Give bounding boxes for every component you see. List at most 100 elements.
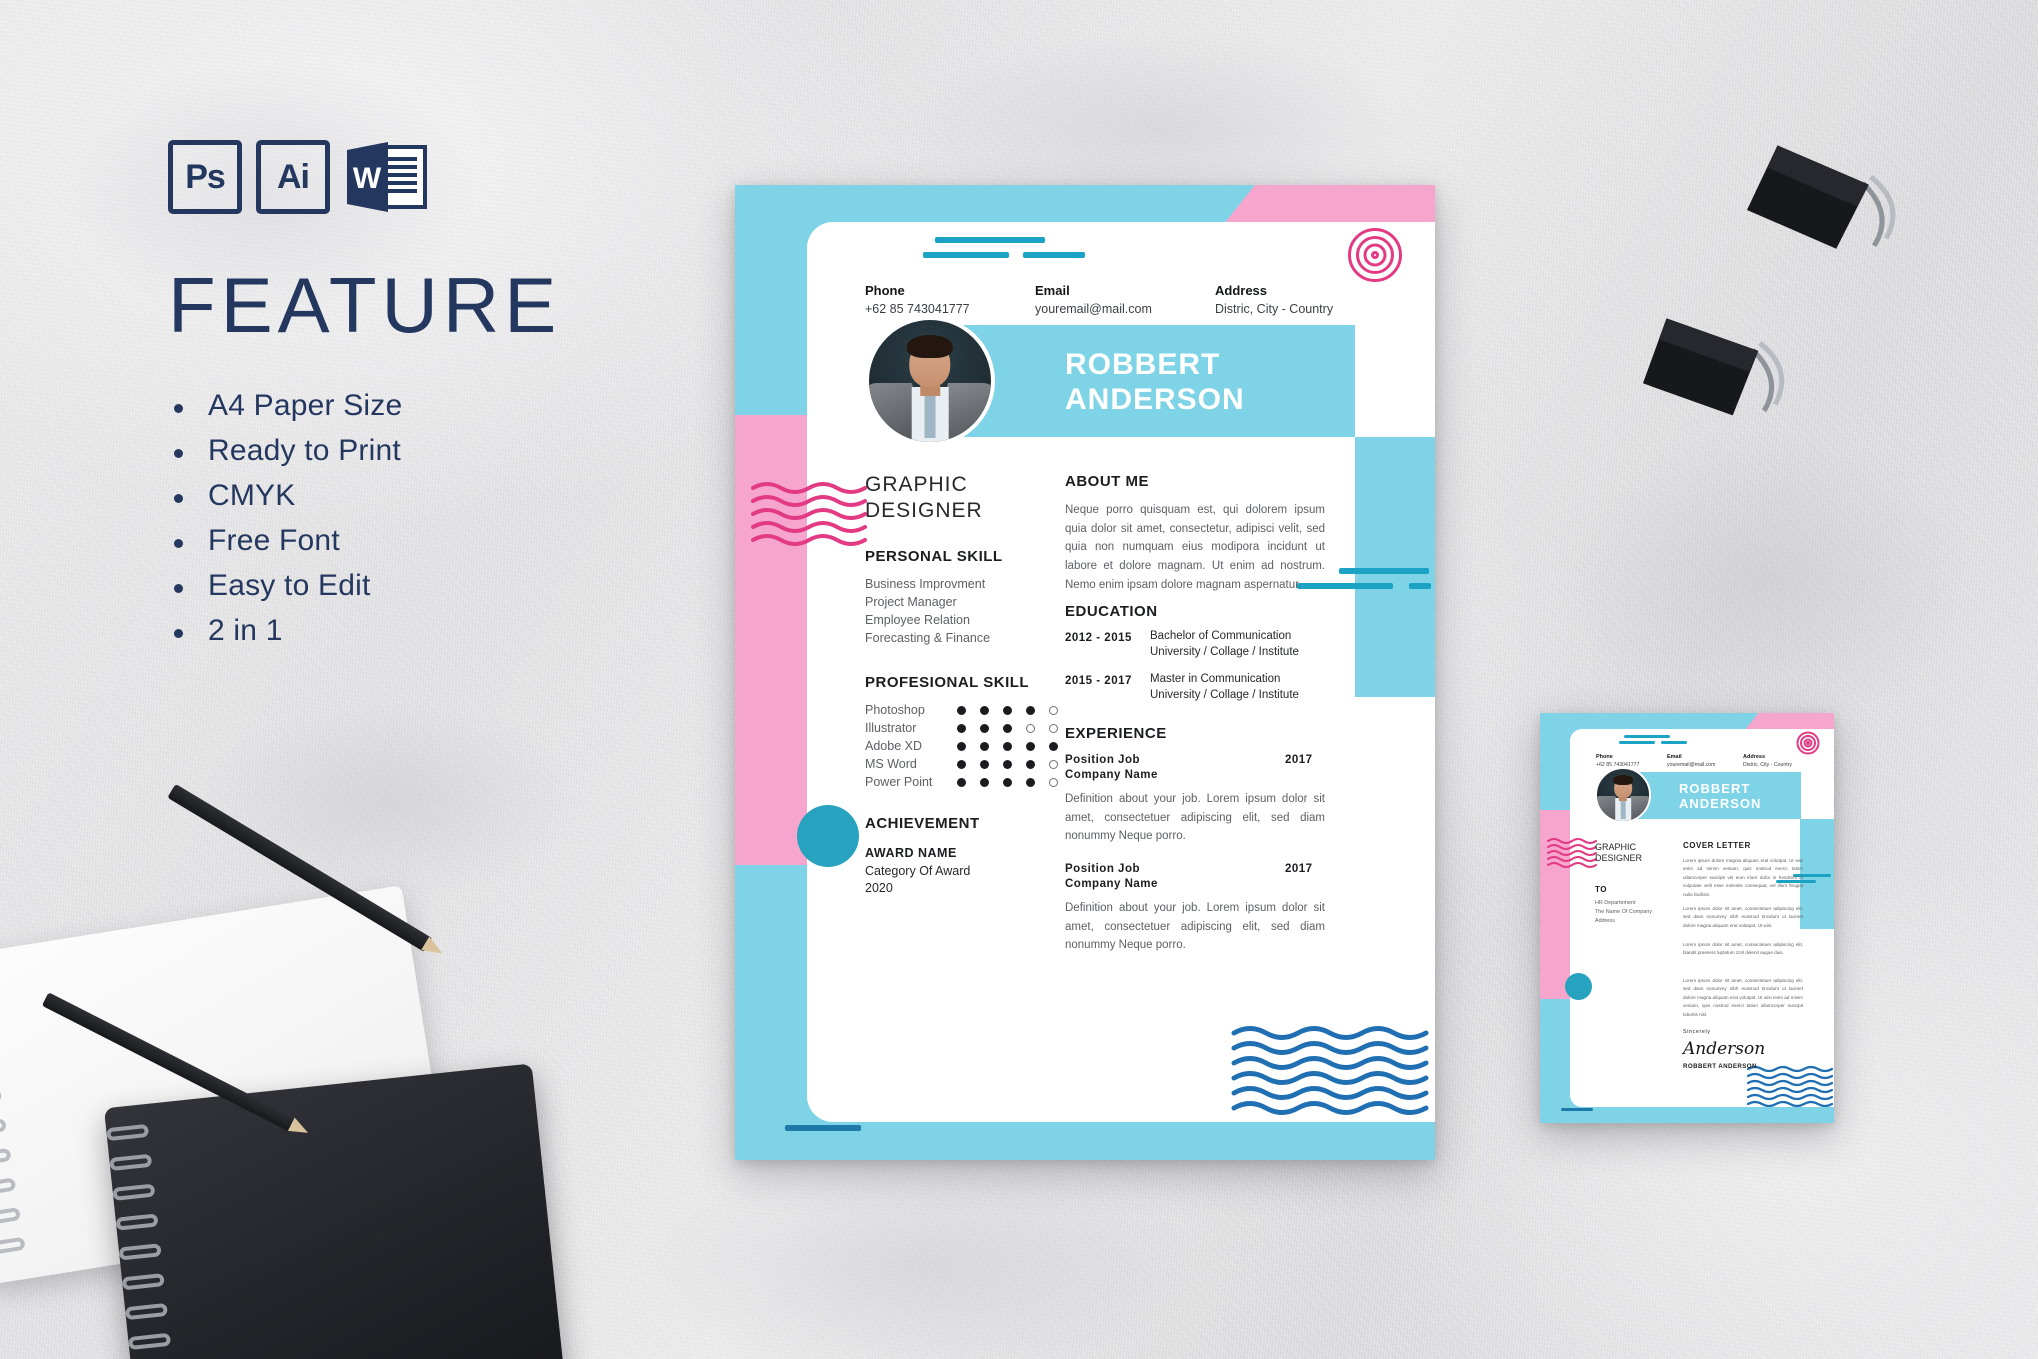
rating-dot-empty: [1049, 724, 1058, 733]
sincerely-label: Sincerely: [1683, 1029, 1711, 1035]
rating-dot-filled: [1026, 778, 1035, 787]
word-icon: W: [347, 142, 427, 212]
rating-dot-filled: [980, 706, 989, 715]
rating-dot-filled: [980, 742, 989, 751]
rating-dot-filled: [957, 742, 966, 751]
feature-list-item: CMYK: [168, 479, 648, 513]
target-icon: [1347, 227, 1403, 283]
experience-position: Position Job: [1065, 754, 1140, 766]
contact-phone-label: Phone: [865, 283, 905, 298]
experience-year: 2017: [1285, 754, 1313, 766]
notebook-spiral: [0, 952, 34, 1285]
education-heading: EDUCATION: [1065, 603, 1158, 620]
rating-dot-filled: [957, 760, 966, 769]
accent-dash: [935, 237, 1045, 243]
software-badges: Ps Ai W: [168, 140, 648, 214]
rating-dot-empty: [1049, 778, 1058, 787]
rating-dot-filled: [980, 760, 989, 769]
resume-page[interactable]: Phone +62 85 743041777 Email youremail@m…: [735, 185, 1435, 1160]
rating-dot-filled: [957, 706, 966, 715]
personal-skill-item: Project Manager: [865, 595, 957, 609]
job-title-line2: DESIGNER: [865, 499, 983, 522]
accent-dash: [923, 252, 1009, 258]
to-line: Address: [1595, 918, 1615, 924]
candidate-name-line2: ANDERSON: [1065, 383, 1245, 416]
professional-skill-label: Photoshop: [865, 703, 925, 717]
avatar: [1595, 767, 1651, 823]
accent-dash: [1339, 568, 1429, 574]
award-year: 2020: [865, 881, 893, 895]
professional-skill-label: Illustrator: [865, 721, 917, 735]
rating-dot-filled: [1026, 760, 1035, 769]
rating-dot-filled: [1003, 760, 1012, 769]
skill-rating-dots: [957, 706, 1058, 715]
accent-dash: [1561, 1108, 1593, 1111]
binder-clip-bottom: [1628, 308, 1802, 482]
avatar: [865, 316, 995, 446]
contact-email-value: youremail@mail.com: [1035, 302, 1152, 316]
professional-skill-label: Power Point: [865, 775, 933, 789]
personal-skill-item: Forecasting & Finance: [865, 631, 991, 645]
contact-address-value: Distric, City - Country: [1743, 762, 1792, 768]
rating-dot-filled: [1026, 742, 1035, 751]
rating-dot-empty: [1049, 760, 1058, 769]
rating-dot-filled: [980, 724, 989, 733]
cover-letter-paragraph: Lorem ipsum dolor sit amet, consectetuer…: [1683, 906, 1803, 928]
contact-email-label: Email: [1667, 754, 1682, 760]
experience-description: Definition about your job. Lorem ipsum d…: [1065, 902, 1325, 952]
contact-address: Address Distric, City - Country: [1743, 754, 1792, 768]
experience-company: Company Name: [1065, 878, 1158, 890]
feature-title: FEATURE: [168, 261, 562, 349]
rating-dot-filled: [1003, 742, 1012, 751]
black-notebook: [103, 1063, 567, 1359]
experience-description: Definition about your job. Lorem ipsum d…: [1065, 793, 1325, 843]
rating-dot-filled: [1049, 742, 1058, 751]
job-title-line1: GRAPHIC: [865, 473, 968, 496]
feature-list-item: Ready to Print: [168, 434, 648, 468]
contact-email-label: Email: [1035, 283, 1070, 298]
rating-dot-filled: [1003, 778, 1012, 787]
illustrator-badge-label: Ai: [277, 157, 310, 196]
professional-skill-label: Adobe XD: [865, 739, 922, 753]
education-degree: Bachelor of Communication: [1150, 630, 1292, 642]
rating-dot-filled: [1026, 706, 1035, 715]
pink-wave-decoration: [751, 482, 867, 546]
blue-wave-decoration: [1231, 1026, 1429, 1115]
achievement-heading: ACHIEVEMENT: [865, 815, 980, 832]
experience-year: 2017: [1285, 863, 1313, 875]
contact-address-value: Distric, City - Country: [1215, 302, 1334, 316]
cover-letter-page[interactable]: Phone +62 85 743041777 Email youremail@m…: [1540, 713, 1834, 1123]
skill-rating-dots: [957, 742, 1058, 751]
photoshop-badge-label: Ps: [185, 157, 226, 196]
rating-dot-filled: [980, 778, 989, 787]
feature-list: A4 Paper Size Ready to Print CMYK Free F…: [168, 389, 648, 648]
job-title-line2: DESIGNER: [1595, 853, 1643, 863]
teal-circle-decoration: [1565, 973, 1592, 1000]
candidate-name-line1: ROBBERT: [1065, 348, 1221, 381]
personal-skill-item: Employee Relation: [865, 613, 970, 627]
feature-panel: Ps Ai W FEATURE A4 Paper Size Ready to P…: [168, 140, 648, 659]
feature-list-item: Easy to Edit: [168, 569, 648, 603]
experience-heading: EXPERIENCE: [1065, 725, 1167, 742]
experience-company: Company Name: [1065, 769, 1158, 781]
rating-dot-filled: [1003, 706, 1012, 715]
cover-letter-paragraph: Lorem ipsum dolor sit amet, consectetuer…: [1683, 942, 1803, 956]
contact-phone-label: Phone: [1596, 754, 1613, 760]
education-years: 2012 - 2015: [1065, 632, 1132, 644]
to-heading: TO: [1595, 885, 1607, 894]
education-school: University / Collage / Institute: [1150, 646, 1299, 658]
accent-dash: [1023, 252, 1085, 258]
to-line: HR Departement: [1595, 900, 1636, 906]
teal-circle-decoration: [797, 805, 859, 867]
feature-list-item: 2 in 1: [168, 614, 648, 648]
candidate-name-line2: ANDERSON: [1679, 796, 1762, 811]
accent-dash: [1624, 735, 1670, 738]
cover-letter-paragraph: Lorem ipsum dolore magnia aliquam erat v…: [1683, 858, 1803, 897]
accent-dash: [1661, 741, 1687, 744]
cover-letter-heading: COVER LETTER: [1683, 841, 1751, 850]
contact-address: Address Distric, City - Country: [1215, 283, 1333, 316]
skill-rating-dots: [957, 778, 1058, 787]
contact-phone: Phone +62 85 743041777: [1596, 754, 1639, 768]
rating-dot-filled: [1003, 724, 1012, 733]
illustrator-badge: Ai: [256, 140, 330, 214]
